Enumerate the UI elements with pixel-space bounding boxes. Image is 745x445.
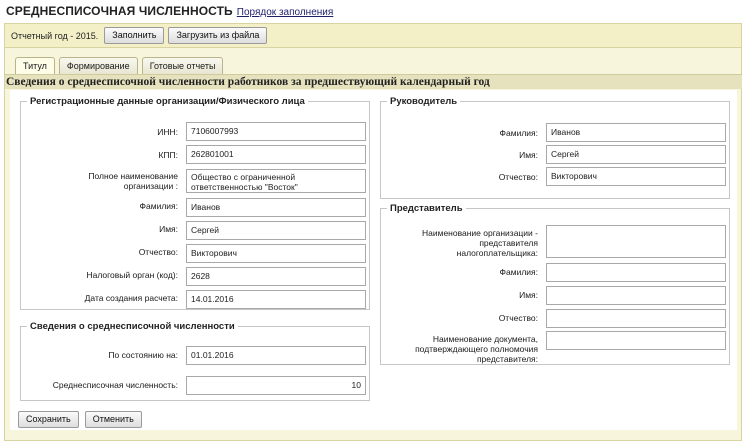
section-title: Сведения о среднесписочной численности р… — [5, 74, 742, 89]
org-name-label: Полное наименование организации : — [88, 171, 178, 191]
director-fieldset: Руководитель Фамилия: Иванов Имя: Сергей… — [380, 96, 730, 199]
inn-label: ИНН: — [157, 127, 178, 137]
fill-button[interactable]: Заполнить — [104, 27, 165, 44]
tab-title[interactable]: Титул — [15, 57, 55, 74]
director-patronymic-label: Отчество: — [498, 172, 538, 182]
director-first-name-field[interactable]: Сергей — [546, 145, 726, 164]
save-button[interactable]: Сохранить — [18, 411, 79, 428]
cancel-button[interactable]: Отменить — [84, 411, 142, 428]
rep-first-name-label: Имя: — [519, 290, 538, 300]
rep-first-name-field[interactable] — [546, 286, 726, 305]
tax-office-label: Налоговый орган (код): — [86, 270, 178, 280]
org-name-field[interactable]: Общество с ограниченной ответственностью… — [186, 169, 366, 193]
load-from-file-button[interactable]: Загрузить из файла — [168, 27, 268, 44]
tab-ready-reports[interactable]: Готовые отчеты — [141, 57, 224, 74]
patronymic-label: Отчество: — [138, 247, 178, 257]
director-first-name-label: Имя: — [519, 150, 538, 160]
representative-fieldset: Представитель Наименование организации -… — [380, 203, 730, 365]
rep-document-field[interactable] — [546, 331, 726, 350]
patronymic-field[interactable]: Викторович — [186, 244, 366, 263]
director-legend: Руководитель — [390, 96, 458, 107]
representative-legend: Представитель — [390, 203, 463, 214]
as-of-field[interactable]: 01.01.2016 — [186, 346, 366, 365]
kpp-label: КПП: — [158, 150, 178, 160]
creation-date-field[interactable]: 14.01.2016 — [186, 290, 366, 309]
help-link[interactable]: Порядок заполнения — [237, 7, 334, 18]
rep-org-name-label: Наименование организации - представителя… — [421, 228, 538, 258]
main-panel: Титул Формирование Готовые отчеты Сведен… — [4, 47, 742, 441]
report-year-text: Отчетный год - 2015. — [11, 30, 99, 41]
page-title: СРЕДНЕСПИСОЧНАЯ ЧИСЛЕННОСТЬ — [6, 4, 233, 18]
last-name-label: Фамилия: — [139, 201, 178, 211]
headcount-legend: Сведения о среднесписочной численности — [30, 321, 235, 332]
form-actions: Сохранить Отменить — [18, 411, 148, 428]
registration-legend: Регистрационные данные организации/Физич… — [30, 96, 305, 107]
director-patronymic-field[interactable]: Викторович — [546, 167, 726, 186]
inn-field[interactable]: 7106007993 — [186, 122, 366, 141]
rep-last-name-field[interactable] — [546, 263, 726, 282]
director-last-name-field[interactable]: Иванов — [546, 123, 726, 142]
form-content: Регистрационные данные организации/Физич… — [10, 90, 737, 430]
registration-fieldset: Регистрационные данные организации/Физич… — [20, 96, 370, 310]
average-headcount-field[interactable]: 10 — [186, 376, 366, 395]
toolbar: Отчетный год - 2015. Заполнить Загрузить… — [4, 23, 742, 47]
kpp-field[interactable]: 262801001 — [186, 145, 366, 164]
rep-patronymic-label: Отчество: — [498, 313, 538, 323]
page-header: СРЕДНЕСПИСОЧНАЯ ЧИСЛЕННОСТЬ Порядок запо… — [6, 4, 333, 20]
rep-last-name-label: Фамилия: — [499, 267, 538, 277]
average-headcount-label: Среднесписочная численность: — [52, 380, 178, 390]
headcount-fieldset: Сведения о среднесписочной численности П… — [20, 321, 370, 401]
director-last-name-label: Фамилия: — [499, 128, 538, 138]
tax-office-field[interactable]: 2628 — [186, 267, 366, 286]
rep-org-name-field[interactable] — [546, 225, 726, 258]
tab-bar: Титул Формирование Готовые отчеты — [15, 57, 227, 75]
last-name-field[interactable]: Иванов — [186, 198, 366, 217]
tab-formation[interactable]: Формирование — [58, 57, 138, 74]
creation-date-label: Дата создания расчета: — [84, 293, 178, 303]
first-name-field[interactable]: Сергей — [186, 221, 366, 240]
rep-patronymic-field[interactable] — [546, 309, 726, 328]
first-name-label: Имя: — [159, 224, 178, 234]
rep-document-label: Наименование документа, подтверждающего … — [415, 334, 538, 364]
as-of-label: По состоянию на: — [108, 350, 178, 360]
